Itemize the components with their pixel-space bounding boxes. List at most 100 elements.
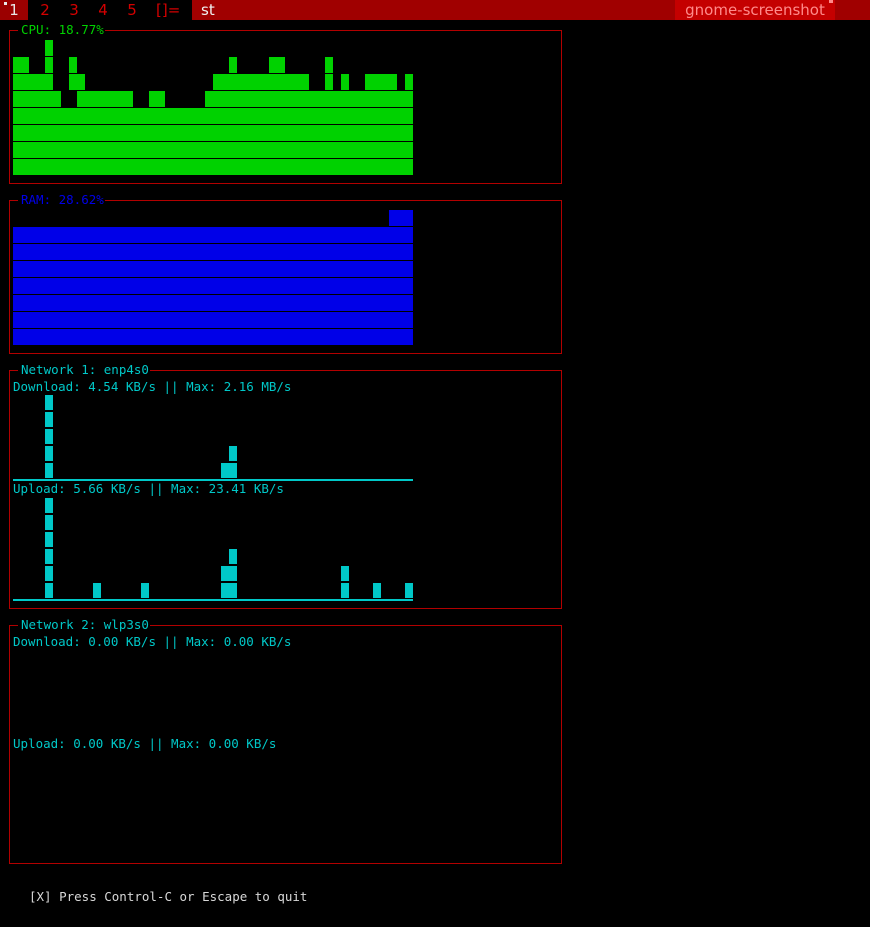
cpu-bar-segment <box>253 159 261 175</box>
cpu-bar-segment <box>117 125 125 141</box>
cpu-bar-segment <box>93 108 101 124</box>
cpu-bar-segment <box>261 142 269 158</box>
window-title: st <box>201 1 215 19</box>
cpu-bar-segment <box>237 74 245 90</box>
workspace-tag-5[interactable]: 5 <box>118 0 146 20</box>
cpu-bar-segment <box>221 159 229 175</box>
workspace-tag-3[interactable]: 3 <box>60 0 88 20</box>
cpu-bar-segment <box>285 159 293 175</box>
cpu-bar-segment <box>37 91 45 107</box>
cpu-bar-segment <box>365 142 373 158</box>
cpu-bar-segment <box>69 57 77 73</box>
cpu-bar-segment <box>93 159 101 175</box>
network1-upload-text: Upload: 5.66 KB/s || Max: 23.41 KB/s <box>13 481 284 496</box>
cpu-bar-segment <box>373 91 381 107</box>
window-title-area: st gnome-screenshot <box>192 0 870 20</box>
network2-panel: Network 2: wlp3s0 Download: 0.00 KB/s ||… <box>9 617 562 864</box>
upload-spike-segment <box>45 532 53 547</box>
cpu-bar-segment <box>253 91 261 107</box>
cpu-bar-segment <box>173 108 181 124</box>
workspace-tag-1[interactable]: 1 <box>0 0 28 20</box>
cpu-bar-segment <box>213 125 221 141</box>
cpu-bar-segment <box>357 159 365 175</box>
cpu-bar-segment <box>317 108 325 124</box>
cpu-bar-segment <box>277 57 285 73</box>
cpu-bar-segment <box>229 91 237 107</box>
workspace-tag-4[interactable]: 4 <box>89 0 117 20</box>
cpu-bar-segment <box>53 108 61 124</box>
cpu-bar-segment <box>61 108 69 124</box>
cpu-bar-segment <box>181 125 189 141</box>
cpu-bar-segment <box>397 108 405 124</box>
cpu-bar-segment <box>189 125 197 141</box>
upload-baseline <box>13 599 413 601</box>
cpu-bar-segment <box>341 91 349 107</box>
cpu-bar-segment <box>149 108 157 124</box>
cpu-bar-segment <box>245 91 253 107</box>
cpu-bar-segment <box>389 125 397 141</box>
cpu-bar-segment <box>261 125 269 141</box>
cpu-bar-segment <box>13 91 21 107</box>
layout-symbol[interactable]: []= <box>152 0 184 20</box>
cpu-bar-segment <box>325 159 333 175</box>
ram-label: RAM: 28.62% <box>18 192 105 208</box>
cpu-bar-segment <box>237 91 245 107</box>
cpu-bar-segment <box>21 91 29 107</box>
cpu-bar-segment <box>245 74 253 90</box>
cpu-bar-segment <box>149 91 157 107</box>
cpu-bar-segment <box>93 91 101 107</box>
cpu-bar-segment <box>93 125 101 141</box>
cpu-bar-segment <box>373 142 381 158</box>
download-spike-segment <box>45 429 53 444</box>
cpu-bar-segment <box>389 74 397 90</box>
cpu-bar-segment <box>197 142 205 158</box>
ram-bar-row <box>13 295 413 311</box>
workspace-tag-2[interactable]: 2 <box>31 0 59 20</box>
cpu-bar-segment <box>37 125 45 141</box>
cpu-bar-segment <box>389 159 397 175</box>
cpu-bar-segment <box>325 57 333 73</box>
cpu-bar-segment <box>293 159 301 175</box>
cpu-bar-segment <box>45 159 53 175</box>
cpu-bar-segment <box>205 142 213 158</box>
cpu-bar-segment <box>157 125 165 141</box>
cpu-bar-segment <box>45 74 53 90</box>
cpu-bar-segment <box>269 108 277 124</box>
cpu-bar-segment <box>269 142 277 158</box>
ram-usage-graph <box>13 210 413 345</box>
cpu-bar-segment <box>317 91 325 107</box>
cpu-bar-segment <box>21 142 29 158</box>
cpu-bar-segment <box>237 125 245 141</box>
cpu-bar-segment <box>213 74 221 90</box>
cpu-bar-segment <box>29 91 37 107</box>
cpu-bar-segment <box>29 108 37 124</box>
cpu-bar-segment <box>229 57 237 73</box>
cpu-bar-segment <box>29 142 37 158</box>
cpu-bar-segment <box>13 57 21 73</box>
cpu-bar-segment <box>69 159 77 175</box>
cpu-bar-segment <box>285 142 293 158</box>
cpu-panel: CPU: 18.77% <box>9 22 562 184</box>
cpu-bar-segment <box>285 125 293 141</box>
cpu-bar-segment <box>237 159 245 175</box>
upload-spike-segment <box>45 583 53 598</box>
cpu-bar-segment <box>253 142 261 158</box>
workspace-tag-label: 2 <box>40 1 50 19</box>
cpu-bar-segment <box>341 125 349 141</box>
cpu-bar-segment <box>141 142 149 158</box>
upload-spike-segment <box>221 566 237 581</box>
cpu-bar-segment <box>325 125 333 141</box>
workspace-tag-label: 3 <box>69 1 79 19</box>
cpu-bar-segment <box>229 108 237 124</box>
network1-download-text: Download: 4.54 KB/s || Max: 2.16 MB/s <box>13 379 292 394</box>
cpu-bar-segment <box>165 108 173 124</box>
cpu-bar-segment <box>53 159 61 175</box>
cpu-bar-segment <box>21 57 29 73</box>
quit-hint: [X] Press Control-C or Escape to quit <box>29 889 308 904</box>
cpu-bar-segment <box>29 74 37 90</box>
cpu-bar-segment <box>109 91 117 107</box>
cpu-bar-segment <box>309 142 317 158</box>
download-spike-segment <box>45 463 53 478</box>
cpu-bar-segment <box>357 91 365 107</box>
cpu-bar-segment <box>77 91 85 107</box>
